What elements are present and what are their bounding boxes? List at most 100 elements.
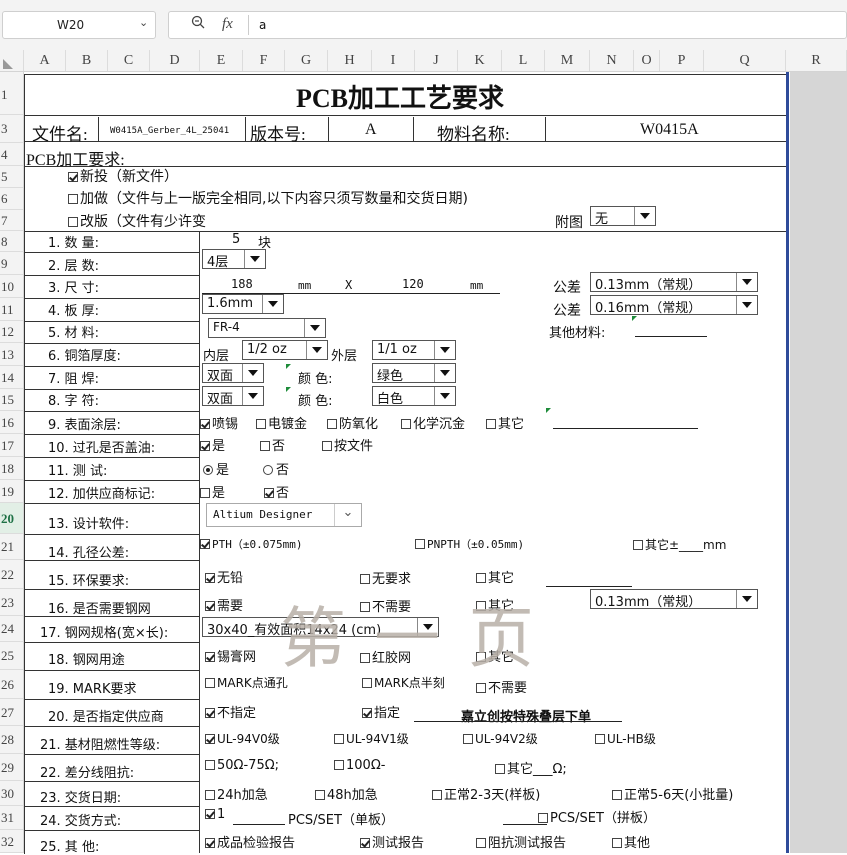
checkbox[interactable]	[264, 488, 274, 498]
dropdown-arrow-icon[interactable]	[736, 273, 757, 291]
checkbox[interactable]	[401, 419, 411, 429]
thickness-dropdown[interactable]: 1.6mm	[202, 294, 284, 314]
d56[interactable]: 正常5-6天(小批量)	[612, 784, 733, 803]
checkbox[interactable]	[360, 838, 370, 848]
checkbox[interactable]	[612, 838, 622, 848]
via-yes[interactable]: 是	[200, 435, 225, 454]
dropdown-arrow-icon[interactable]	[434, 364, 455, 382]
sup-no[interactable]: 不指定	[205, 702, 256, 721]
checkbox[interactable]	[205, 734, 215, 744]
s-osp[interactable]: 防氧化	[327, 413, 378, 432]
pth[interactable]: PTH（±0.075mm)	[200, 536, 302, 552]
checkbox[interactable]	[322, 441, 332, 451]
checkbox[interactable]	[205, 573, 215, 583]
checkbox[interactable]	[205, 838, 215, 848]
dropdown-arrow-icon[interactable]	[242, 364, 263, 382]
checkbox[interactable]	[612, 790, 622, 800]
dropdown-arrow-icon[interactable]	[304, 319, 325, 337]
attach-value-dropdown[interactable]: 无	[590, 206, 656, 227]
checkbox[interactable]	[476, 683, 486, 693]
checkbox[interactable]	[327, 419, 337, 429]
silk-color-dropdown[interactable]: 白色	[372, 386, 456, 407]
mask-side-dropdown[interactable]: 双面	[202, 363, 264, 384]
dropdown-arrow-icon[interactable]	[434, 387, 455, 405]
env-other[interactable]: 其它	[476, 567, 514, 586]
imp1[interactable]: 50Ω-75Ω;	[205, 758, 279, 773]
checkbox[interactable]	[205, 601, 215, 611]
checkbox[interactable]	[633, 540, 643, 550]
checkbox[interactable]	[205, 760, 215, 770]
mark-through[interactable]: MARK点通孔	[205, 674, 288, 691]
dropdown-arrow-icon[interactable]	[242, 387, 263, 405]
opt-add[interactable]: 加做（文件与上一版完全相同,以下内容只须写数量和交货日期)	[68, 188, 468, 208]
s-gold[interactable]: 电镀金	[256, 413, 307, 432]
tol1-dropdown[interactable]: 0.13mm（常规）	[590, 272, 758, 293]
checkbox[interactable]	[200, 539, 210, 549]
checkbox[interactable]	[205, 790, 215, 800]
checkbox[interactable]	[495, 764, 505, 774]
mask-color-dropdown[interactable]: 绿色	[372, 363, 456, 384]
dropdown-arrow-icon[interactable]	[306, 341, 327, 359]
checkbox[interactable]	[200, 419, 210, 429]
checkbox[interactable]	[315, 790, 325, 800]
o-other[interactable]: 其他	[612, 832, 650, 851]
opt-mod[interactable]: 改版（文件有少许变	[68, 211, 206, 231]
checkbox[interactable]	[538, 813, 548, 823]
d24[interactable]: 24h加急	[205, 784, 268, 803]
use-solder[interactable]: 锡膏网	[205, 646, 256, 665]
checkbox[interactable]	[463, 734, 473, 744]
tol2-dropdown[interactable]: 0.16mm（常规）	[590, 295, 758, 316]
inner-dropdown[interactable]: 1/2 oz	[242, 340, 328, 360]
test-yes[interactable]: 是	[203, 459, 229, 478]
o-report[interactable]: 成品检验报告	[205, 832, 295, 851]
checkbox[interactable]	[362, 708, 372, 718]
radio-button[interactable]	[263, 465, 273, 475]
checkbox[interactable]	[205, 809, 215, 819]
ul1[interactable]: UL-94V1级	[334, 730, 409, 747]
test-no[interactable]: 否	[263, 459, 289, 478]
checkbox[interactable]	[256, 419, 266, 429]
imp2[interactable]: 100Ω-	[334, 758, 385, 773]
mark-yes[interactable]: 是	[200, 482, 225, 501]
checkbox[interactable]	[415, 539, 425, 549]
hole-other[interactable]: 其它±____mm	[633, 536, 726, 553]
layers-dropdown[interactable]: 4层	[202, 249, 266, 270]
dropdown-arrow-icon[interactable]	[736, 590, 757, 608]
checkbox[interactable]	[68, 217, 78, 227]
sup-yes[interactable]: 指定	[362, 702, 400, 721]
o-imp[interactable]: 阻抗测试报告	[476, 832, 566, 851]
ul0[interactable]: UL-94V0级	[205, 730, 280, 747]
via-no[interactable]: 否	[260, 435, 285, 454]
sten-need[interactable]: 需要	[205, 595, 243, 614]
checkbox[interactable]	[68, 172, 78, 182]
mark-no[interactable]: 否	[264, 482, 289, 501]
s-hasl[interactable]: 喷锡	[200, 413, 238, 432]
s-other[interactable]: 其它	[486, 413, 524, 432]
material-dropdown[interactable]: FR-4	[208, 318, 326, 338]
checkbox[interactable]	[486, 419, 496, 429]
via-file[interactable]: 按文件	[322, 435, 373, 454]
ulhb[interactable]: UL-HB级	[595, 730, 656, 747]
dropdown-arrow-icon[interactable]	[434, 341, 455, 359]
checkbox[interactable]	[334, 734, 344, 744]
checkbox[interactable]	[595, 734, 605, 744]
sten-tol-dropdown[interactable]: 0.13mm（常规）	[590, 589, 758, 610]
dropdown-arrow-icon[interactable]	[634, 207, 655, 225]
ul2[interactable]: UL-94V2级	[463, 730, 538, 747]
checkbox[interactable]	[334, 760, 344, 770]
checkbox[interactable]	[205, 652, 215, 662]
dropdown-arrow-icon[interactable]	[736, 296, 757, 314]
outer-dropdown[interactable]: 1/1 oz	[372, 340, 456, 360]
checkbox[interactable]	[476, 573, 486, 583]
d48[interactable]: 48h加急	[315, 784, 378, 803]
chevron-down-icon[interactable]: ⌄	[334, 504, 361, 526]
dropdown-arrow-icon[interactable]	[244, 250, 265, 268]
checkbox[interactable]	[360, 574, 370, 584]
dropdown-arrow-icon[interactable]	[262, 295, 283, 313]
checkbox[interactable]	[205, 708, 215, 718]
d23[interactable]: 正常2-3天(样板)	[432, 784, 540, 803]
env-pb[interactable]: 无铅	[205, 567, 243, 586]
checkbox[interactable]	[432, 790, 442, 800]
checkbox[interactable]	[200, 441, 210, 451]
software-dropdown[interactable]: Altium Designer ⌄	[206, 503, 362, 527]
